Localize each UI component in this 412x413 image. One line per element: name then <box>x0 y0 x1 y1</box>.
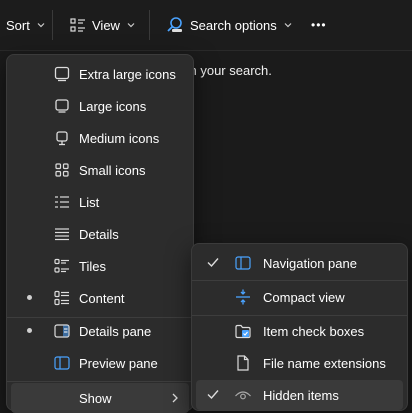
item-checkbox-icon <box>235 324 251 339</box>
menu-item-label: Compact view <box>263 289 345 305</box>
sort-button[interactable]: Sort <box>6 0 46 50</box>
list-icon <box>55 196 69 208</box>
eye-icon <box>235 391 251 400</box>
menu-item-small-icons[interactable]: Small icons <box>11 155 189 185</box>
menu-item-extra-large-icons[interactable]: Extra large icons <box>11 59 189 89</box>
menu-item-label: Preview pane <box>79 355 158 371</box>
menu-item-item-check-boxes[interactable]: Item check boxes <box>196 316 403 346</box>
menu-item-label: Hidden items <box>263 387 339 403</box>
menu-item-label: Medium icons <box>79 130 160 146</box>
preview-pane-icon <box>54 356 70 370</box>
chevron-down-icon <box>37 23 45 28</box>
view-button[interactable]: View <box>70 0 136 50</box>
content-icon <box>54 290 69 306</box>
menu-item-content[interactable]: Content <box>11 283 189 313</box>
menu-item-compact-view[interactable]: Compact view <box>196 282 403 312</box>
empty-search-message: ch your search. <box>183 63 272 78</box>
menu-item-label: Extra large icons <box>79 66 176 82</box>
details-icon <box>55 228 69 241</box>
file-icon <box>237 355 249 371</box>
menu-item-large-icons[interactable]: Large icons <box>11 91 189 121</box>
toolbar-divider <box>52 10 53 40</box>
selected-bullet-icon <box>27 328 32 333</box>
menu-item-label: List <box>79 194 100 210</box>
menu-item-details-pane[interactable]: Details pane <box>11 316 189 346</box>
menu-item-label: Tiles <box>79 258 106 274</box>
menu-item-label: Show <box>79 390 112 406</box>
view-menu: Extra large icons Large icons Medium ico… <box>6 54 194 413</box>
monitor-icon <box>55 99 69 113</box>
compact-view-icon <box>236 289 250 305</box>
search-options-button[interactable]: Search options <box>166 0 293 50</box>
more-options-button[interactable]: ••• <box>311 0 327 50</box>
menu-item-preview-pane[interactable]: Preview pane <box>11 348 189 378</box>
more-icon: ••• <box>311 18 327 32</box>
menu-item-details[interactable]: Details <box>11 219 189 249</box>
menu-item-label: Large icons <box>79 98 147 114</box>
menu-item-tiles[interactable]: Tiles <box>11 251 189 281</box>
monitor-large-icon <box>54 66 70 82</box>
chevron-down-icon <box>127 23 135 28</box>
checkmark-icon <box>207 258 219 268</box>
sort-label: Sort <box>6 17 30 33</box>
monitor-small-icon <box>56 131 68 146</box>
menu-item-file-name-extensions[interactable]: File name extensions <box>196 348 403 378</box>
menu-divider <box>7 381 193 382</box>
menu-item-hidden-items[interactable]: Hidden items <box>196 380 403 410</box>
search-options-label: Search options <box>190 17 277 33</box>
menu-item-label: Details <box>79 226 119 242</box>
menu-item-label: Small icons <box>79 162 146 178</box>
menu-divider <box>192 280 407 281</box>
selected-bullet-icon <box>27 295 32 300</box>
menu-item-label: Content <box>79 290 125 306</box>
menu-item-label: File name extensions <box>263 355 386 371</box>
toolbar-divider <box>149 10 150 40</box>
menu-item-label: Item check boxes <box>263 323 365 339</box>
menu-item-label: Navigation pane <box>263 255 357 271</box>
view-icon <box>70 18 85 32</box>
search-options-icon <box>167 17 182 32</box>
menu-item-label: Details pane <box>79 323 152 339</box>
checkmark-icon <box>207 390 219 400</box>
menu-item-list[interactable]: List <box>11 187 189 217</box>
menu-item-show[interactable]: Show <box>11 383 189 413</box>
chevron-right-icon <box>172 393 178 403</box>
view-label: View <box>92 17 120 33</box>
command-bar: Sort View Search options ••• <box>0 0 412 51</box>
navigation-pane-icon <box>235 256 251 270</box>
menu-item-medium-icons[interactable]: Medium icons <box>11 123 189 153</box>
menu-item-navigation-pane[interactable]: Navigation pane <box>196 248 403 278</box>
details-pane-icon <box>54 324 70 338</box>
show-submenu: Navigation pane Compact view Item check … <box>191 243 408 411</box>
grid-icon <box>55 163 69 177</box>
chevron-down-icon <box>284 23 292 28</box>
tiles-icon <box>54 258 69 273</box>
